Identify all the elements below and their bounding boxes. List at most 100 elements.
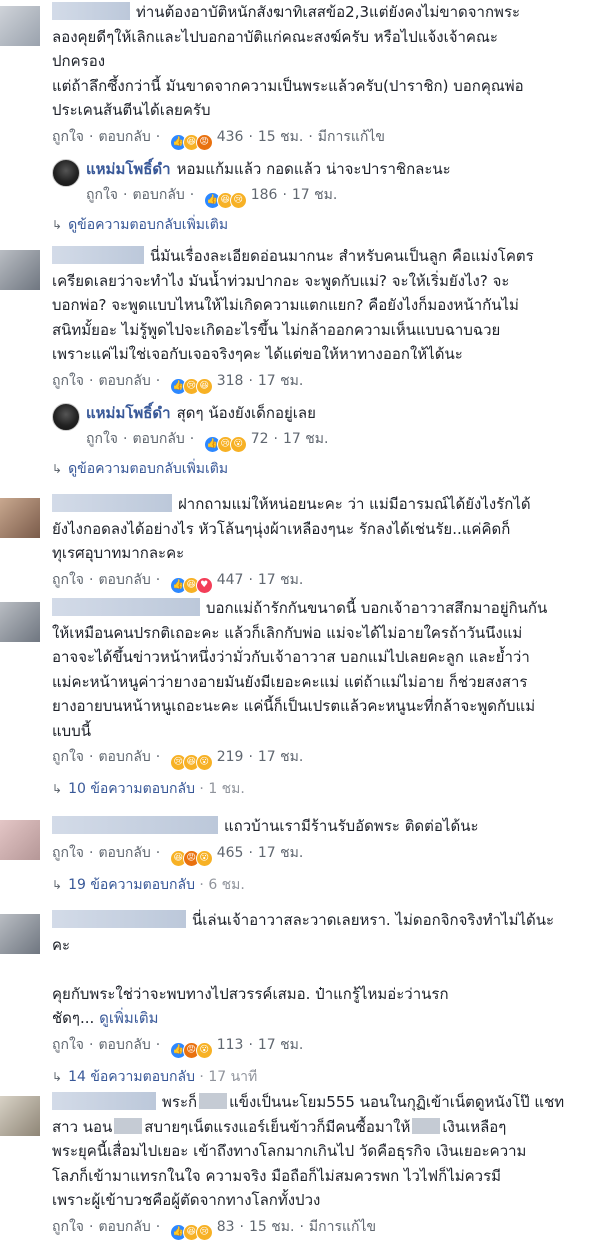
timestamp[interactable]: 15 ชม. bbox=[249, 1219, 294, 1235]
view-replies[interactable]: ↳ 10 ข้อความตอบกลับ · 1 ชม. bbox=[52, 777, 586, 801]
like-button[interactable]: ถูกใจ bbox=[52, 1219, 84, 1235]
reply-arrow-icon: ↳ bbox=[52, 877, 63, 892]
comment-actions: ถูกใจ · ตอบกลับ · 👍 😆 😢 83 · 15 ชม. · มีการแก้ไข bbox=[52, 1215, 586, 1241]
reply-button[interactable]: ตอบกลับ bbox=[132, 187, 184, 203]
reply-button[interactable]: ตอบกลับ bbox=[98, 749, 150, 765]
reaction-count: 318 bbox=[216, 372, 244, 389]
angry-reaction-icon: 😡 bbox=[195, 133, 213, 151]
reply-arrow-icon: ↳ bbox=[52, 1069, 63, 1084]
reaction-count: 447 bbox=[216, 571, 244, 588]
comment: ฝากถามแม่ให้หน่อยนะคะ ว่า แม่มีอารมณ์ได้… bbox=[0, 492, 594, 596]
like-button[interactable]: ถูกใจ bbox=[86, 431, 118, 447]
view-replies[interactable]: ↳ 19 ข้อความตอบกลับ · 6 ชม. bbox=[52, 873, 586, 897]
timestamp[interactable]: 17 ชม. bbox=[283, 431, 328, 447]
see-more-link[interactable]: ดูเพิ่มเติม bbox=[99, 1009, 158, 1027]
avatar[interactable] bbox=[52, 402, 80, 431]
wow-reaction-icon: 😮 bbox=[195, 1041, 213, 1059]
redacted-name[interactable] bbox=[52, 598, 200, 616]
comment-actions: ถูกใจ · ตอบกลับ · 😆 😡 😮 465 · 17 ชม. bbox=[52, 841, 586, 867]
avatar[interactable] bbox=[0, 820, 40, 860]
avatar[interactable] bbox=[0, 1096, 40, 1136]
comment-actions: ถูกใจ · ตอบกลับ · 👍 😆 ♥ 447 · 17 ชม. bbox=[52, 568, 586, 594]
reply-button[interactable]: ตอบกลับ bbox=[98, 572, 150, 588]
comment-actions: ถูกใจ · ตอบกลับ · 😢 😆 😮 219 · 17 ชม. bbox=[52, 745, 586, 771]
reactions[interactable]: 👍 😆 😢 bbox=[169, 1223, 213, 1241]
like-button[interactable]: ถูกใจ bbox=[52, 1037, 84, 1053]
commenter-name[interactable]: แหม่มโพธิ์ดำ bbox=[86, 160, 171, 178]
reply-button[interactable]: ตอบกลับ bbox=[132, 431, 184, 447]
wow-reaction-icon: 😮 bbox=[195, 754, 213, 771]
reply-comment: แหม่มโพธิ์ดำ หอมแก้มแล้ว กอดแล้ว น่าจะปาร… bbox=[52, 157, 586, 209]
like-button[interactable]: ถูกใจ bbox=[52, 129, 84, 145]
comment-text: พระก็ แข็งเป็นนะโยม555 นอนในกุฏิเข้าเน็ตด… bbox=[52, 1092, 565, 1209]
edited-label[interactable]: มีการแก้ไข bbox=[309, 1219, 376, 1235]
comment-text: นี่มันเรื่องละเอียดอ่อนมากนะ สำหรับคนเป็… bbox=[52, 246, 534, 363]
reply-button[interactable]: ตอบกลับ bbox=[98, 845, 150, 861]
comment: บอกแม่ถ้ารักกันขนาดนี้ บอกเจ้าอาวาสสึกมา… bbox=[0, 596, 594, 814]
reply-button[interactable]: ตอบกลับ bbox=[98, 1219, 150, 1235]
comment-actions: ถูกใจ · ตอบกลับ · 👍 😆 😢 186 · 17 ชม. bbox=[86, 183, 586, 209]
comment-actions: ถูกใจ · ตอบกลับ · 👍 😡 😮 113 · 17 ชม. bbox=[52, 1033, 586, 1059]
view-more-replies[interactable]: ↳ ดูข้อความตอบกลับเพิ่มเติม bbox=[52, 213, 586, 237]
comment-thread: ท่านต้องอาบัติหนักสังฆาทิเสสข้อ2,3แต่ยัง… bbox=[0, 0, 594, 1242]
like-button[interactable]: ถูกใจ bbox=[86, 187, 118, 203]
censored-text bbox=[199, 1093, 228, 1109]
comment: ท่านต้องอาบัติหนักสังฆาทิเสสข้อ2,3แต่ยัง… bbox=[0, 0, 594, 244]
timestamp[interactable]: 17 ชม. bbox=[258, 845, 303, 861]
redacted-name[interactable] bbox=[52, 816, 218, 834]
like-button[interactable]: ถูกใจ bbox=[52, 373, 84, 389]
timestamp[interactable]: 17 ชม. bbox=[258, 572, 303, 588]
commenter-name[interactable]: แหม่มโพธิ์ดำ bbox=[86, 404, 171, 422]
comment-text: ท่านต้องอาบัติหนักสังฆาทิเสสข้อ2,3แต่ยัง… bbox=[52, 2, 524, 119]
reply-arrow-icon: ↳ bbox=[52, 462, 63, 476]
reply-text: หอมแก้มแล้ว กอดแล้ว น่าจะปาราชิกละนะ bbox=[176, 159, 451, 178]
like-button[interactable]: ถูกใจ bbox=[52, 749, 84, 765]
censored-text bbox=[114, 1117, 143, 1134]
avatar[interactable] bbox=[0, 498, 40, 538]
avatar[interactable] bbox=[0, 602, 40, 642]
reactions[interactable]: 😢 😆 😮 bbox=[169, 754, 213, 771]
like-button[interactable]: ถูกใจ bbox=[52, 845, 84, 861]
reply-comment: แหม่มโพธิ์ดำ สุดๆ น้องยังเด็กอยู่เลย ถูกใ… bbox=[52, 401, 586, 453]
reply-button[interactable]: ตอบกลับ bbox=[98, 373, 150, 389]
view-replies[interactable]: ↳ 14 ข้อความตอบกลับ · 17 นาที bbox=[52, 1065, 586, 1089]
comment-text: แถวบ้านเรามีร้านรับอัดพระ ติดต่อได้นะ bbox=[52, 814, 586, 839]
redacted-name[interactable] bbox=[52, 494, 172, 512]
redacted-name[interactable] bbox=[52, 1092, 156, 1110]
avatar[interactable] bbox=[52, 158, 80, 187]
timestamp[interactable]: 17 ชม. bbox=[258, 1037, 303, 1053]
reactions[interactable]: 👍 😆 😡 bbox=[169, 133, 213, 151]
avatar[interactable] bbox=[0, 6, 40, 46]
reactions[interactable]: 👍 😆 😢 bbox=[203, 192, 247, 209]
reactions[interactable]: 👍 😡 😮 bbox=[169, 1041, 213, 1059]
redacted-name[interactable] bbox=[52, 2, 130, 20]
reply-button[interactable]: ตอบกลับ bbox=[98, 1037, 150, 1053]
reactions[interactable]: 👍 😢 😆 bbox=[169, 377, 213, 395]
like-button[interactable]: ถูกใจ bbox=[52, 572, 84, 588]
view-more-replies[interactable]: ↳ ดูข้อความตอบกลับเพิ่มเติม bbox=[52, 457, 586, 481]
reactions[interactable]: 👍 😆 ♥ bbox=[169, 576, 213, 594]
reply-text: สุดๆ น้องยังเด็กอยู่เลย bbox=[176, 403, 316, 422]
comment-actions: ถูกใจ · ตอบกลับ · 👍 😆 😡 436 · 15 ชม. · มีการแก้ไข bbox=[52, 125, 586, 151]
comment-actions: ถูกใจ · ตอบกลับ · 👍 😢 😆 318 · 17 ชม. bbox=[52, 369, 586, 395]
timestamp[interactable]: 17 ชม. bbox=[258, 373, 303, 389]
timestamp[interactable]: 15 ชม. bbox=[258, 129, 303, 145]
sad-reaction-icon: 😢 bbox=[229, 192, 247, 209]
reaction-count: 113 bbox=[216, 1036, 244, 1053]
reactions[interactable]: 👍 😢 😮 bbox=[203, 436, 247, 453]
avatar[interactable] bbox=[0, 914, 40, 954]
edited-label[interactable]: มีการแก้ไข bbox=[318, 129, 385, 145]
timestamp[interactable]: 17 ชม. bbox=[292, 187, 337, 203]
reply-button[interactable]: ตอบกลับ bbox=[98, 129, 150, 145]
timestamp[interactable]: 17 ชม. bbox=[258, 749, 303, 765]
comment: แถวบ้านเรามีร้านรับอัดพระ ติดต่อได้นะ ถู… bbox=[0, 814, 594, 908]
redacted-name[interactable] bbox=[52, 910, 186, 928]
comment: พระก็ แข็งเป็นนะโยม555 นอนในกุฏิเข้าเน็ตด… bbox=[0, 1090, 594, 1242]
avatar[interactable] bbox=[0, 250, 40, 290]
reactions[interactable]: 😆 😡 😮 bbox=[169, 849, 213, 867]
comment-text: บอกแม่ถ้ารักกันขนาดนี้ บอกเจ้าอาวาสสึกมา… bbox=[52, 598, 548, 740]
sad-reaction-icon: 😢 bbox=[195, 1223, 213, 1241]
reply-arrow-icon: ↳ bbox=[52, 218, 63, 232]
redacted-name[interactable] bbox=[52, 246, 144, 264]
reply-arrow-icon: ↳ bbox=[52, 782, 63, 796]
